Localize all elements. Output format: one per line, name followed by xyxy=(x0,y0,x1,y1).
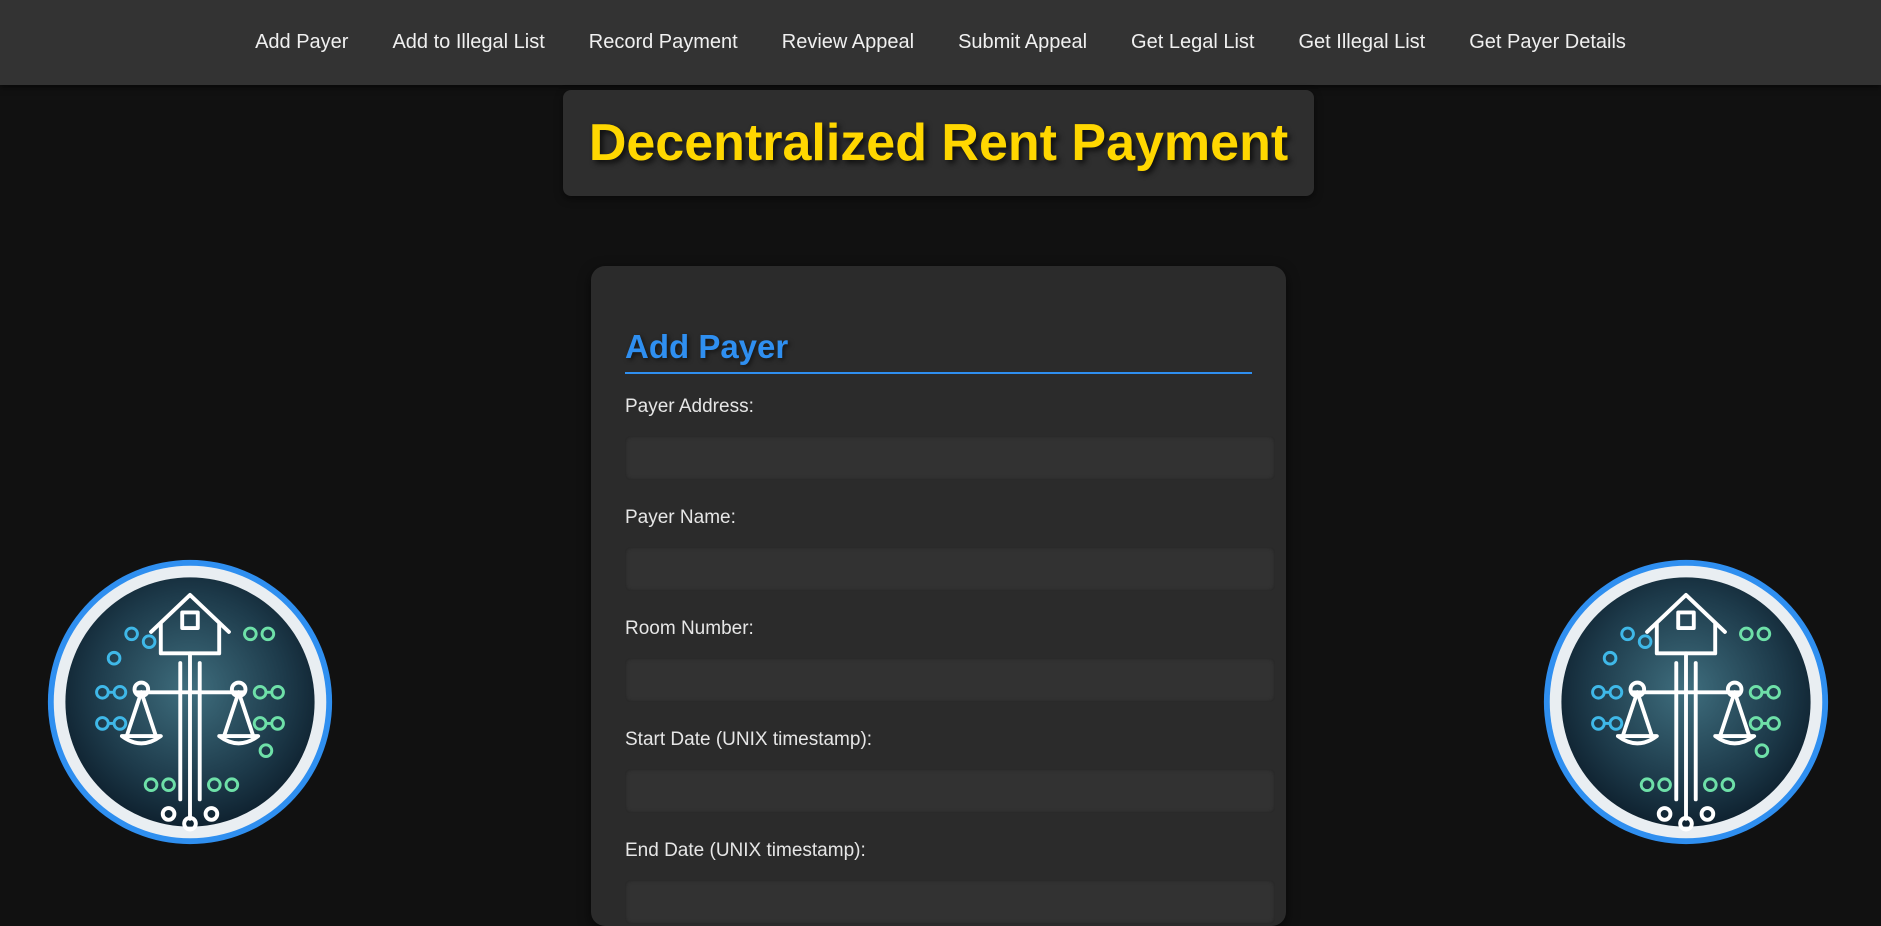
payer-address-input[interactable] xyxy=(625,436,1275,480)
payer-name-label: Payer Name: xyxy=(625,507,736,528)
nav-get-legal-list[interactable]: Get Legal List xyxy=(1109,31,1276,54)
room-number-input[interactable] xyxy=(625,658,1275,702)
nav-submit-appeal[interactable]: Submit Appeal xyxy=(936,31,1109,54)
end-date-label: End Date (UNIX timestamp): xyxy=(625,840,866,861)
nav-review-appeal[interactable]: Review Appeal xyxy=(760,31,936,54)
nav-add-to-illegal-list[interactable]: Add to Illegal List xyxy=(370,31,566,54)
start-date-label: Start Date (UNIX timestamp): xyxy=(625,729,873,750)
nav-add-payer[interactable]: Add Payer xyxy=(233,31,370,54)
page-title-banner: Decentralized Rent Payment xyxy=(563,90,1314,196)
nav-get-illegal-list[interactable]: Get Illegal List xyxy=(1276,31,1447,54)
top-navbar: Add Payer Add to Illegal List Record Pay… xyxy=(0,0,1881,85)
start-date-input[interactable] xyxy=(625,769,1275,813)
add-payer-form: Add Payer Payer Address: Payer Name: Roo… xyxy=(591,266,1286,926)
payer-name-input[interactable] xyxy=(625,547,1275,591)
form-heading: Add Payer xyxy=(625,328,1252,374)
page-title: Decentralized Rent Payment xyxy=(588,114,1289,172)
end-date-input[interactable] xyxy=(625,880,1275,924)
house-scales-circuit-logo-right xyxy=(1543,559,1829,845)
payer-address-label: Payer Address: xyxy=(625,396,754,417)
nav-record-payment[interactable]: Record Payment xyxy=(567,31,760,54)
room-number-label: Room Number: xyxy=(625,618,754,639)
nav-get-payer-details[interactable]: Get Payer Details xyxy=(1447,31,1648,54)
house-scales-circuit-logo-left xyxy=(47,559,333,845)
